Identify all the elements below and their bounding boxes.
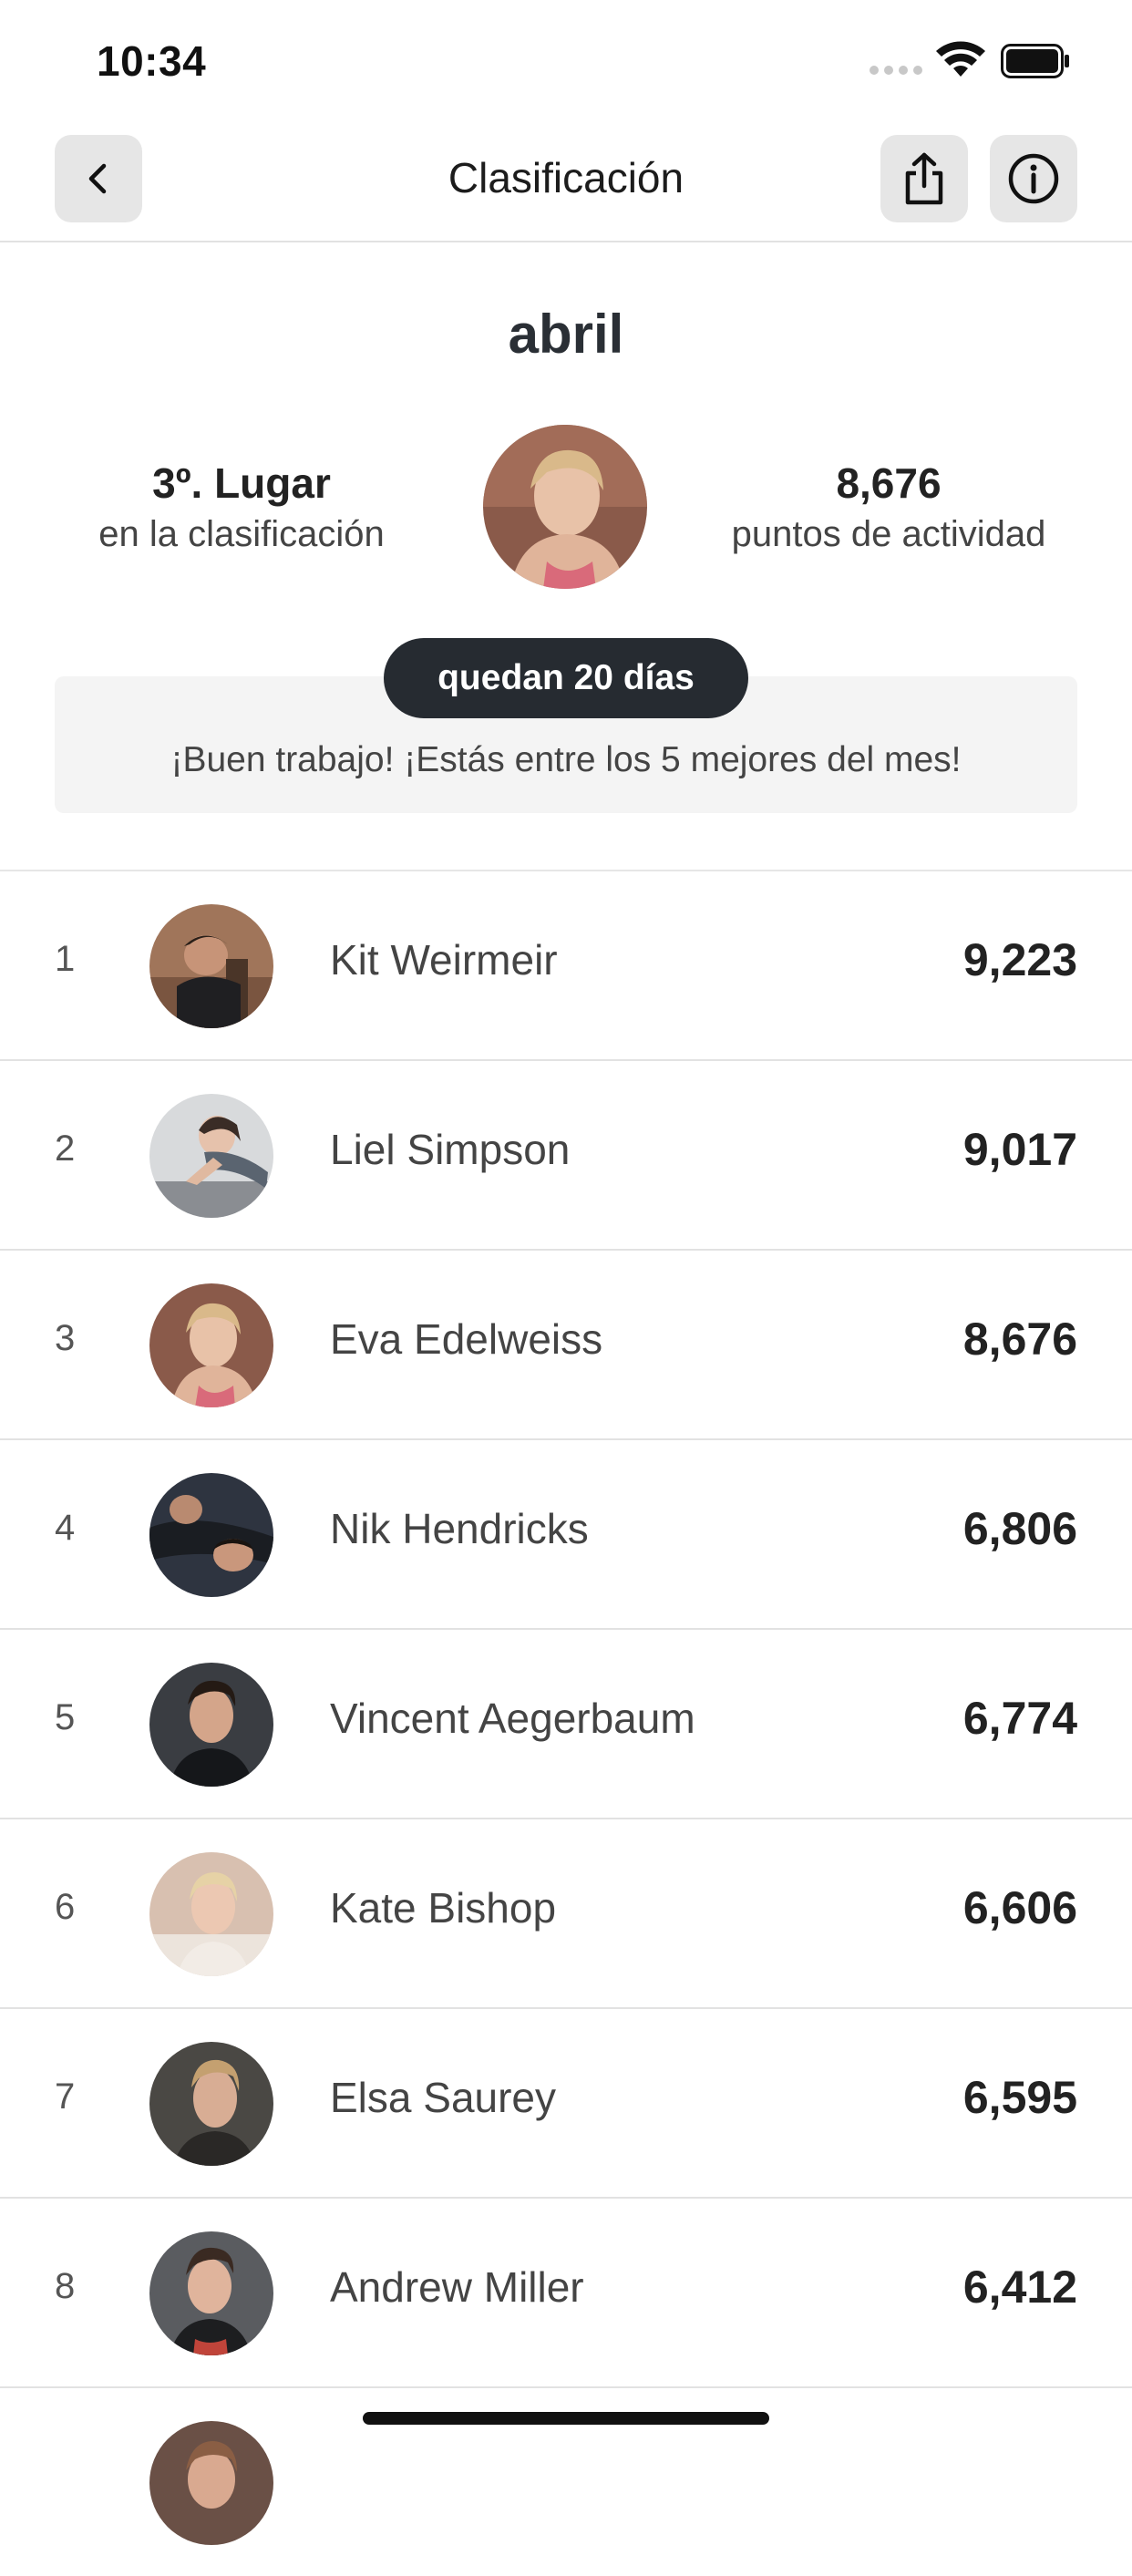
participant-score: 8,676 — [962, 1314, 1077, 1365]
participant-name: Andrew Miller — [330, 2263, 584, 2311]
avatar — [149, 2042, 273, 2166]
leaderboard-row[interactable]: 5 Vincent Aegerbaum 6,774 — [0, 1630, 1132, 1819]
rank-summary: 3º. Lugar en la clasificación — [32, 456, 451, 558]
avatar — [149, 2421, 273, 2545]
avatar — [149, 1852, 273, 1976]
participant-score: 9,223 — [962, 934, 1077, 985]
avatar — [149, 904, 273, 1028]
leaderboard-row[interactable]: 8 Andrew Miller 6,412 — [0, 2199, 1132, 2388]
leaderboard-list: 1 Kit Weirmeir 9,223 2 Liel Simpson 9,01… — [0, 870, 1132, 2576]
wifi-icon — [936, 41, 985, 77]
battery-icon — [1001, 44, 1069, 78]
points-summary: 8,676 puntos de actividad — [679, 456, 1098, 558]
participant-name: Vincent Aegerbaum — [330, 1695, 695, 1742]
leaderboard-row[interactable]: 4 Nik Hendricks 6,806 — [0, 1440, 1132, 1630]
rank-number: 1 — [55, 939, 76, 979]
share-icon — [905, 152, 943, 205]
month-title: abril — [508, 304, 624, 365]
place-caption: en la clasificación — [98, 514, 385, 554]
avatar — [149, 1663, 273, 1787]
avatar — [149, 1283, 273, 1407]
rank-number: 7 — [55, 2076, 76, 2117]
participant-score: 9,017 — [962, 1124, 1077, 1175]
leaderboard-row[interactable]: 7 Elsa Saurey 6,595 — [0, 2009, 1132, 2199]
user-avatar — [483, 425, 647, 589]
rank-number: 5 — [55, 1697, 76, 1737]
participant-score: 6,774 — [962, 1693, 1077, 1744]
days-left-badge: quedan 20 días — [384, 638, 748, 718]
participant-score: 6,806 — [962, 1503, 1077, 1554]
rank-number: 2 — [55, 1128, 76, 1169]
participant-name: Nik Hendricks — [330, 1505, 589, 1552]
rank-number: 8 — [55, 2266, 76, 2306]
avatar — [149, 2231, 273, 2355]
status-bar: 10:34 — [0, 0, 1132, 118]
rank-number: 3 — [55, 1318, 76, 1358]
participant-name: Kit Weirmeir — [330, 936, 558, 984]
participant-name: Elsa Saurey — [330, 2074, 557, 2121]
cellular-signal-icon — [870, 66, 924, 77]
info-button[interactable] — [990, 135, 1077, 222]
navigation-bar: Clasificación — [0, 128, 1132, 242]
participant-name: Kate Bishop — [330, 1884, 557, 1932]
participant-score: 6,595 — [962, 2072, 1077, 2123]
participant-name: Eva Edelweiss — [330, 1315, 603, 1363]
points-value: 8,676 — [836, 459, 942, 507]
avatar — [149, 1094, 273, 1218]
home-indicator[interactable] — [363, 2412, 769, 2425]
leaderboard-row[interactable]: 2 Liel Simpson 9,017 — [0, 1061, 1132, 1251]
rank-number: 6 — [55, 1887, 76, 1927]
points-caption: puntos de actividad — [731, 514, 1046, 554]
status-time: 10:34 — [97, 37, 207, 85]
participant-name: Liel Simpson — [330, 1126, 571, 1173]
rank-number: 4 — [55, 1508, 76, 1548]
share-button[interactable] — [880, 135, 968, 222]
leaderboard-row[interactable]: 1 Kit Weirmeir 9,223 — [0, 871, 1132, 1061]
participant-score: 6,606 — [962, 1882, 1077, 1933]
info-icon — [1008, 153, 1059, 204]
leaderboard-row[interactable]: 6 Kate Bishop 6,606 — [0, 1819, 1132, 2009]
avatar — [149, 1473, 273, 1597]
leaderboard-row[interactable]: 3 Eva Edelweiss 8,676 — [0, 1251, 1132, 1440]
banner-message: ¡Buen trabajo! ¡Estás entre los 5 mejore… — [170, 740, 962, 779]
place-value: 3º. Lugar — [152, 459, 331, 507]
participant-score: 6,412 — [962, 2262, 1077, 2313]
